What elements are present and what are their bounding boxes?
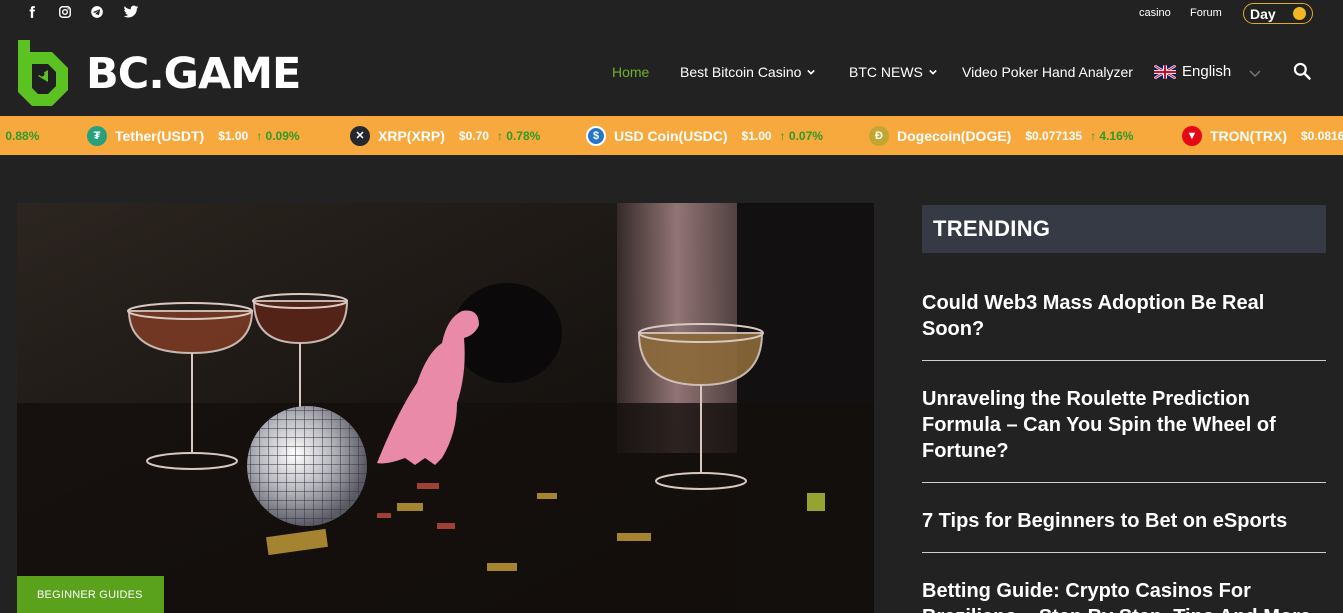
chevron-down-icon <box>807 69 816 75</box>
category-badge[interactable]: BEGINNER GUIDES <box>17 576 164 613</box>
ticker-item[interactable]: ↑ 0.88% <box>0 116 39 155</box>
nav-video-poker-hand-analyzer[interactable]: Video Poker Hand Analyzer <box>962 64 1133 80</box>
party-scene-image <box>17 203 874 613</box>
divider <box>922 482 1326 483</box>
trending-article-link[interactable]: Unraveling the Roulette Prediction Formu… <box>922 386 1326 464</box>
ticker-change: ↑ 0.07% <box>779 128 823 143</box>
toggle-knob <box>1293 7 1306 20</box>
ticker-item[interactable]: ✕ XRP(XRP) $0.70 ↑ 0.78% <box>350 116 540 155</box>
ticker-price: $1.00 <box>741 128 772 143</box>
ticker-item[interactable]: $ USD Coin(USDC) $1.00 ↑ 0.07% <box>586 116 823 155</box>
ticker-change: ↑ 0.09% <box>256 128 300 143</box>
trending-heading: TRENDING <box>922 205 1326 253</box>
search-icon[interactable] <box>1292 61 1312 81</box>
nav-btc-news[interactable]: BTC NEWS <box>849 64 937 80</box>
trending-heading-text: TRENDING <box>933 216 1051 241</box>
chevron-down-icon <box>929 69 937 75</box>
bc-game-logo-icon <box>18 40 68 106</box>
nav-best-bitcoin-casino-label: Best Bitcoin Casino <box>680 64 802 80</box>
tether-icon: ₮ <box>87 125 107 146</box>
divider <box>922 552 1326 553</box>
ticker-item[interactable]: Ð Dogecoin(DOGE) $0.077135 ↑ 4.16% <box>869 116 1133 155</box>
nav-home[interactable]: Home <box>612 64 649 80</box>
ticker-price: $1.00 <box>218 128 249 143</box>
day-toggle-label: Day <box>1250 5 1276 22</box>
nav-video-poker-label: Video Poker Hand Analyzer <box>962 64 1133 80</box>
telegram-icon[interactable] <box>89 4 105 20</box>
casino-link[interactable]: casino <box>1139 7 1171 19</box>
tron-icon: ▼ <box>1182 125 1202 146</box>
trending-article-link[interactable]: Could Web3 Mass Adoption Be Real Soon? <box>922 290 1326 342</box>
xrp-icon: ✕ <box>350 125 370 146</box>
nav-best-bitcoin-casino[interactable]: Best Bitcoin Casino <box>680 64 816 80</box>
day-night-toggle[interactable]: Day <box>1243 3 1313 24</box>
uk-flag-icon <box>1154 64 1176 79</box>
doge-icon: Ð <box>869 125 889 146</box>
divider <box>922 360 1326 361</box>
top-bar: casino Forum Day <box>0 0 1343 28</box>
language-label: English <box>1182 63 1232 80</box>
ticker-change: ↑ 0.78% <box>496 128 541 143</box>
nav-home-label: Home <box>612 64 650 80</box>
facebook-icon[interactable] <box>24 4 40 20</box>
forum-link[interactable]: Forum <box>1190 7 1222 19</box>
ticker-price: $0.70 <box>458 128 489 143</box>
trending-article-link[interactable]: Betting Guide: Crypto Casinos For Brazil… <box>922 578 1326 613</box>
usdc-icon: $ <box>586 125 606 146</box>
site-logo[interactable]: BC.GAME <box>16 38 301 106</box>
ticker-name: Dogecoin(DOGE) <box>897 127 1012 144</box>
ticker-item[interactable]: ₮ Tether(USDT) $1.00 ↑ 0.09% <box>87 116 300 155</box>
ticker-name: XRP(XRP) <box>378 127 445 144</box>
ticker-item[interactable]: ▼ TRON(TRX) $0.0816 <box>1182 116 1343 155</box>
ticker-change: ↑ 4.16% <box>1090 128 1134 143</box>
ticker-price: $0.077135 <box>1025 128 1083 143</box>
nav-btc-news-label: BTC NEWS <box>849 64 923 80</box>
twitter-icon[interactable] <box>122 4 140 20</box>
language-selector[interactable]: English <box>1154 63 1231 80</box>
trending-article-link[interactable]: 7 Tips for Beginners to Bet on eSports <box>922 508 1326 534</box>
ticker-name: Tether(USDT) <box>115 127 205 144</box>
instagram-icon[interactable] <box>57 4 73 20</box>
ticker-price: $0.0816 <box>1301 128 1343 143</box>
featured-article-image[interactable] <box>17 203 874 613</box>
logo-text: BC.GAME <box>86 49 301 99</box>
ticker-name: TRON(TRX) <box>1210 127 1287 144</box>
ticker-change: ↑ 0.88% <box>0 128 40 143</box>
ticker-name: USD Coin(USDC) <box>614 127 728 144</box>
language-dropdown-chevron-icon[interactable] <box>1249 67 1261 79</box>
crypto-price-ticker: ↑ 0.88% ₮ Tether(USDT) $1.00 ↑ 0.09% ✕ X… <box>0 116 1343 155</box>
